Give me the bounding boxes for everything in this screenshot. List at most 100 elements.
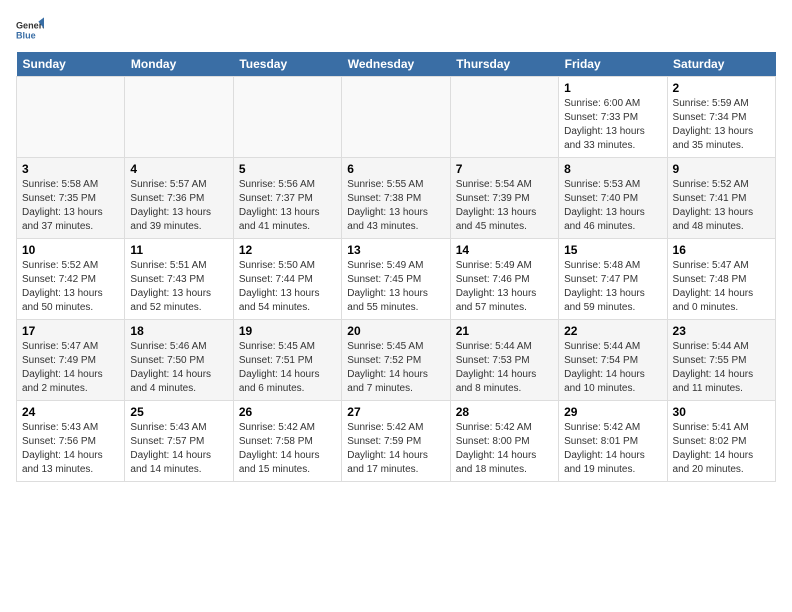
calendar-cell: 25 Sunrise: 5:43 AM Sunset: 7:57 PM Dayli…	[125, 401, 233, 482]
day-info: Sunrise: 5:45 AM Sunset: 7:52 PM Dayligh…	[347, 340, 444, 396]
calendar-week-row: 10Sunrise: 5:52 AM Sunset: 7:42 PM Dayli…	[17, 239, 776, 320]
day-number: 26	[239, 405, 336, 419]
day-number: 29	[564, 405, 661, 419]
day-number: 15	[564, 243, 661, 257]
day-number: 2	[673, 81, 770, 95]
logo-icon: General Blue	[16, 16, 44, 44]
day-number: 19	[239, 324, 336, 338]
calendar-cell: 5Sunrise: 5:56 AM Sunset: 7:37 PM Daylig…	[233, 158, 341, 239]
weekday-header: Sunday	[17, 52, 125, 77]
day-info: Sunrise: 5:44 AM Sunset: 7:55 PM Dayligh…	[673, 340, 770, 396]
weekday-header: Friday	[559, 52, 667, 77]
day-number: 3	[22, 162, 119, 176]
day-number: 16	[673, 243, 770, 257]
calendar-cell: 29Sunrise: 5:42 AM Sunset: 8:01 PM Dayli…	[559, 401, 667, 482]
calendar-cell: 8 Sunrise: 5:53 AM Sunset: 7:40 PM Daylig…	[559, 158, 667, 239]
day-number: 4	[130, 162, 227, 176]
day-info: Sunrise: 5:59 AM Sunset: 7:34 PM Dayligh…	[673, 97, 770, 153]
day-info: Sunrise: 5:43 AM Sunset: 7:57 PM Dayligh…	[130, 421, 227, 477]
calendar-cell	[450, 77, 558, 158]
calendar-week-row: 3 Sunrise: 5:58 AM Sunset: 7:35 PM Daylig…	[17, 158, 776, 239]
day-number: 9	[673, 162, 770, 176]
day-number: 18	[130, 324, 227, 338]
day-info: Sunrise: 5:47 AM Sunset: 7:48 PM Dayligh…	[673, 259, 770, 315]
calendar-cell: 11Sunrise: 5:51 AM Sunset: 7:43 PM Dayli…	[125, 239, 233, 320]
weekday-header: Wednesday	[342, 52, 450, 77]
day-number: 12	[239, 243, 336, 257]
day-number: 13	[347, 243, 444, 257]
day-info: Sunrise: 5:46 AM Sunset: 7:50 PM Dayligh…	[130, 340, 227, 396]
day-number: 8	[564, 162, 661, 176]
day-info: Sunrise: 5:45 AM Sunset: 7:51 PM Dayligh…	[239, 340, 336, 396]
page-header: General Blue	[16, 16, 776, 44]
calendar-week-row: 1 Sunrise: 6:00 AM Sunset: 7:33 PM Daylig…	[17, 77, 776, 158]
day-number: 22	[564, 324, 661, 338]
day-info: Sunrise: 5:52 AM Sunset: 7:41 PM Dayligh…	[673, 178, 770, 234]
calendar-cell: 2 Sunrise: 5:59 AM Sunset: 7:34 PM Daylig…	[667, 77, 775, 158]
day-info: Sunrise: 5:49 AM Sunset: 7:46 PM Dayligh…	[456, 259, 553, 315]
calendar-week-row: 24 Sunrise: 5:43 AM Sunset: 7:56 PM Dayli…	[17, 401, 776, 482]
calendar-table: SundayMondayTuesdayWednesdayThursdayFrid…	[16, 52, 776, 482]
calendar-cell: 22 Sunrise: 5:44 AM Sunset: 7:54 PM Dayli…	[559, 320, 667, 401]
calendar-cell	[125, 77, 233, 158]
calendar-cell: 14 Sunrise: 5:49 AM Sunset: 7:46 PM Dayli…	[450, 239, 558, 320]
day-number: 27	[347, 405, 444, 419]
day-info: Sunrise: 5:42 AM Sunset: 7:59 PM Dayligh…	[347, 421, 444, 477]
weekday-header: Monday	[125, 52, 233, 77]
calendar-cell: 21 Sunrise: 5:44 AM Sunset: 7:53 PM Dayli…	[450, 320, 558, 401]
calendar-cell: 27 Sunrise: 5:42 AM Sunset: 7:59 PM Dayli…	[342, 401, 450, 482]
weekday-header: Tuesday	[233, 52, 341, 77]
day-number: 24	[22, 405, 119, 419]
day-info: Sunrise: 5:44 AM Sunset: 7:54 PM Dayligh…	[564, 340, 661, 396]
weekday-header: Saturday	[667, 52, 775, 77]
day-number: 21	[456, 324, 553, 338]
day-number: 28	[456, 405, 553, 419]
day-info: Sunrise: 5:41 AM Sunset: 8:02 PM Dayligh…	[673, 421, 770, 477]
day-info: Sunrise: 5:44 AM Sunset: 7:53 PM Dayligh…	[456, 340, 553, 396]
day-info: Sunrise: 5:43 AM Sunset: 7:56 PM Dayligh…	[22, 421, 119, 477]
calendar-cell: 28 Sunrise: 5:42 AM Sunset: 8:00 PM Dayli…	[450, 401, 558, 482]
day-info: Sunrise: 6:00 AM Sunset: 7:33 PM Dayligh…	[564, 97, 661, 153]
day-info: Sunrise: 5:55 AM Sunset: 7:38 PM Dayligh…	[347, 178, 444, 234]
day-number: 1	[564, 81, 661, 95]
calendar-cell: 7 Sunrise: 5:54 AM Sunset: 7:39 PM Daylig…	[450, 158, 558, 239]
calendar-cell	[342, 77, 450, 158]
calendar-cell: 6Sunrise: 5:55 AM Sunset: 7:38 PM Daylig…	[342, 158, 450, 239]
day-info: Sunrise: 5:51 AM Sunset: 7:43 PM Dayligh…	[130, 259, 227, 315]
day-number: 25	[130, 405, 227, 419]
day-info: Sunrise: 5:52 AM Sunset: 7:42 PM Dayligh…	[22, 259, 119, 315]
calendar-cell	[233, 77, 341, 158]
day-info: Sunrise: 5:53 AM Sunset: 7:40 PM Dayligh…	[564, 178, 661, 234]
day-info: Sunrise: 5:49 AM Sunset: 7:45 PM Dayligh…	[347, 259, 444, 315]
day-info: Sunrise: 5:56 AM Sunset: 7:37 PM Dayligh…	[239, 178, 336, 234]
day-number: 7	[456, 162, 553, 176]
calendar-cell: 4 Sunrise: 5:57 AM Sunset: 7:36 PM Daylig…	[125, 158, 233, 239]
day-info: Sunrise: 5:57 AM Sunset: 7:36 PM Dayligh…	[130, 178, 227, 234]
calendar-cell: 19 Sunrise: 5:45 AM Sunset: 7:51 PM Dayli…	[233, 320, 341, 401]
calendar-cell: 13 Sunrise: 5:49 AM Sunset: 7:45 PM Dayli…	[342, 239, 450, 320]
day-info: Sunrise: 5:54 AM Sunset: 7:39 PM Dayligh…	[456, 178, 553, 234]
day-info: Sunrise: 5:48 AM Sunset: 7:47 PM Dayligh…	[564, 259, 661, 315]
day-info: Sunrise: 5:58 AM Sunset: 7:35 PM Dayligh…	[22, 178, 119, 234]
calendar-cell: 10Sunrise: 5:52 AM Sunset: 7:42 PM Dayli…	[17, 239, 125, 320]
day-info: Sunrise: 5:42 AM Sunset: 7:58 PM Dayligh…	[239, 421, 336, 477]
calendar-cell: 23 Sunrise: 5:44 AM Sunset: 7:55 PM Dayli…	[667, 320, 775, 401]
calendar-cell: 17 Sunrise: 5:47 AM Sunset: 7:49 PM Dayli…	[17, 320, 125, 401]
day-info: Sunrise: 5:50 AM Sunset: 7:44 PM Dayligh…	[239, 259, 336, 315]
calendar-cell: 12 Sunrise: 5:50 AM Sunset: 7:44 PM Dayli…	[233, 239, 341, 320]
calendar-cell: 20Sunrise: 5:45 AM Sunset: 7:52 PM Dayli…	[342, 320, 450, 401]
weekday-header: Thursday	[450, 52, 558, 77]
calendar-cell	[17, 77, 125, 158]
calendar-header-row: SundayMondayTuesdayWednesdayThursdayFrid…	[17, 52, 776, 77]
calendar-body: 1 Sunrise: 6:00 AM Sunset: 7:33 PM Daylig…	[17, 77, 776, 482]
day-number: 14	[456, 243, 553, 257]
day-number: 17	[22, 324, 119, 338]
day-info: Sunrise: 5:47 AM Sunset: 7:49 PM Dayligh…	[22, 340, 119, 396]
day-number: 23	[673, 324, 770, 338]
svg-text:Blue: Blue	[16, 30, 36, 40]
calendar-cell: 16 Sunrise: 5:47 AM Sunset: 7:48 PM Dayli…	[667, 239, 775, 320]
calendar-cell: 3 Sunrise: 5:58 AM Sunset: 7:35 PM Daylig…	[17, 158, 125, 239]
day-number: 30	[673, 405, 770, 419]
day-info: Sunrise: 5:42 AM Sunset: 8:00 PM Dayligh…	[456, 421, 553, 477]
calendar-cell: 9 Sunrise: 5:52 AM Sunset: 7:41 PM Daylig…	[667, 158, 775, 239]
